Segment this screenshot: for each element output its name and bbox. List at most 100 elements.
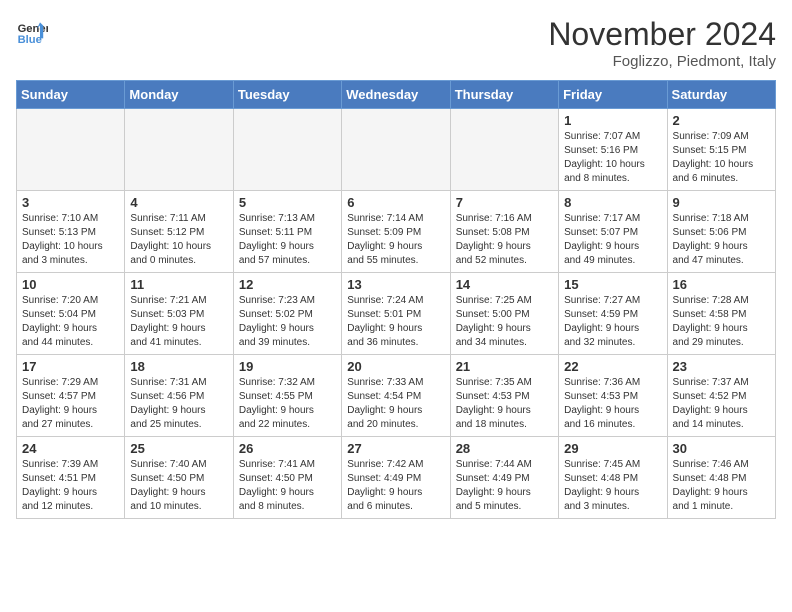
- cell-text: Sunrise: 7:10 AM: [22, 212, 119, 226]
- day-number: 9: [673, 195, 770, 210]
- cell-text: and 20 minutes.: [347, 418, 444, 432]
- cell-text: Daylight: 9 hours: [130, 322, 227, 336]
- cell-text: Sunset: 5:13 PM: [22, 226, 119, 240]
- day-number: 16: [673, 277, 770, 292]
- cell-text: Sunset: 5:08 PM: [456, 226, 553, 240]
- cell-text: Sunset: 4:48 PM: [564, 472, 661, 486]
- cell-text: Sunrise: 7:23 AM: [239, 294, 336, 308]
- logo: General Blue: [16, 16, 48, 48]
- cell-text: Sunset: 4:52 PM: [673, 390, 770, 404]
- calendar-cell: 9Sunrise: 7:18 AMSunset: 5:06 PMDaylight…: [667, 191, 775, 273]
- cell-text: Daylight: 9 hours: [564, 486, 661, 500]
- day-number: 11: [130, 277, 227, 292]
- cell-text: Daylight: 9 hours: [239, 404, 336, 418]
- cell-text: Sunrise: 7:39 AM: [22, 458, 119, 472]
- cell-text: Sunset: 4:53 PM: [564, 390, 661, 404]
- cell-text: and 22 minutes.: [239, 418, 336, 432]
- cell-text: Sunrise: 7:44 AM: [456, 458, 553, 472]
- cell-text: Daylight: 9 hours: [239, 322, 336, 336]
- cell-text: Sunrise: 7:13 AM: [239, 212, 336, 226]
- cell-text: Daylight: 9 hours: [22, 322, 119, 336]
- week-row-4: 24Sunrise: 7:39 AMSunset: 4:51 PMDayligh…: [17, 437, 776, 519]
- cell-text: Daylight: 10 hours: [564, 158, 661, 172]
- calendar-cell: 15Sunrise: 7:27 AMSunset: 4:59 PMDayligh…: [559, 273, 667, 355]
- day-number: 15: [564, 277, 661, 292]
- calendar-cell: 17Sunrise: 7:29 AMSunset: 4:57 PMDayligh…: [17, 355, 125, 437]
- cell-text: Sunrise: 7:33 AM: [347, 376, 444, 390]
- day-number: 18: [130, 359, 227, 374]
- cell-text: and 5 minutes.: [456, 500, 553, 514]
- cell-text: and 29 minutes.: [673, 336, 770, 350]
- calendar-cell: 2Sunrise: 7:09 AMSunset: 5:15 PMDaylight…: [667, 109, 775, 191]
- calendar-cell: [125, 109, 233, 191]
- day-number: 3: [22, 195, 119, 210]
- calendar-cell: 8Sunrise: 7:17 AMSunset: 5:07 PMDaylight…: [559, 191, 667, 273]
- cell-text: Sunrise: 7:45 AM: [564, 458, 661, 472]
- cell-text: Daylight: 9 hours: [347, 404, 444, 418]
- weekday-header-saturday: Saturday: [667, 81, 775, 109]
- cell-text: Sunset: 5:04 PM: [22, 308, 119, 322]
- cell-text: Sunset: 5:07 PM: [564, 226, 661, 240]
- cell-text: Sunset: 5:11 PM: [239, 226, 336, 240]
- cell-text: and 0 minutes.: [130, 254, 227, 268]
- cell-text: Sunrise: 7:31 AM: [130, 376, 227, 390]
- cell-text: and 25 minutes.: [130, 418, 227, 432]
- cell-text: and 1 minute.: [673, 500, 770, 514]
- day-number: 19: [239, 359, 336, 374]
- day-number: 22: [564, 359, 661, 374]
- day-number: 28: [456, 441, 553, 456]
- cell-text: Sunset: 4:59 PM: [564, 308, 661, 322]
- month-title: November 2024: [548, 16, 776, 53]
- weekday-header-monday: Monday: [125, 81, 233, 109]
- header: General Blue November 2024 Foglizzo, Pie…: [16, 16, 776, 70]
- cell-text: and 44 minutes.: [22, 336, 119, 350]
- cell-text: Sunset: 5:09 PM: [347, 226, 444, 240]
- cell-text: Daylight: 9 hours: [456, 240, 553, 254]
- cell-text: Sunset: 4:54 PM: [347, 390, 444, 404]
- cell-text: Sunset: 4:55 PM: [239, 390, 336, 404]
- cell-text: and 14 minutes.: [673, 418, 770, 432]
- cell-text: Sunset: 5:00 PM: [456, 308, 553, 322]
- cell-text: Sunrise: 7:09 AM: [673, 130, 770, 144]
- cell-text: Daylight: 9 hours: [673, 486, 770, 500]
- cell-text: Daylight: 9 hours: [347, 322, 444, 336]
- cell-text: Daylight: 9 hours: [239, 486, 336, 500]
- day-number: 4: [130, 195, 227, 210]
- cell-text: Sunrise: 7:20 AM: [22, 294, 119, 308]
- cell-text: Sunset: 5:03 PM: [130, 308, 227, 322]
- cell-text: and 57 minutes.: [239, 254, 336, 268]
- cell-text: and 3 minutes.: [22, 254, 119, 268]
- cell-text: and 49 minutes.: [564, 254, 661, 268]
- weekday-header-thursday: Thursday: [450, 81, 558, 109]
- week-row-2: 10Sunrise: 7:20 AMSunset: 5:04 PMDayligh…: [17, 273, 776, 355]
- cell-text: Sunrise: 7:16 AM: [456, 212, 553, 226]
- cell-text: and 36 minutes.: [347, 336, 444, 350]
- cell-text: Sunrise: 7:14 AM: [347, 212, 444, 226]
- weekday-header-wednesday: Wednesday: [342, 81, 450, 109]
- day-number: 1: [564, 113, 661, 128]
- day-number: 12: [239, 277, 336, 292]
- day-number: 17: [22, 359, 119, 374]
- calendar-cell: [233, 109, 341, 191]
- calendar-cell: 6Sunrise: 7:14 AMSunset: 5:09 PMDaylight…: [342, 191, 450, 273]
- cell-text: and 34 minutes.: [456, 336, 553, 350]
- cell-text: and 55 minutes.: [347, 254, 444, 268]
- calendar-cell: 16Sunrise: 7:28 AMSunset: 4:58 PMDayligh…: [667, 273, 775, 355]
- calendar-cell: 12Sunrise: 7:23 AMSunset: 5:02 PMDayligh…: [233, 273, 341, 355]
- calendar-cell: 21Sunrise: 7:35 AMSunset: 4:53 PMDayligh…: [450, 355, 558, 437]
- cell-text: and 8 minutes.: [239, 500, 336, 514]
- cell-text: Daylight: 9 hours: [130, 404, 227, 418]
- svg-text:General: General: [18, 23, 48, 35]
- cell-text: Daylight: 10 hours: [22, 240, 119, 254]
- cell-text: Sunset: 5:01 PM: [347, 308, 444, 322]
- cell-text: Sunrise: 7:41 AM: [239, 458, 336, 472]
- cell-text: Daylight: 9 hours: [130, 486, 227, 500]
- calendar-cell: 23Sunrise: 7:37 AMSunset: 4:52 PMDayligh…: [667, 355, 775, 437]
- calendar-cell: 19Sunrise: 7:32 AMSunset: 4:55 PMDayligh…: [233, 355, 341, 437]
- day-number: 13: [347, 277, 444, 292]
- day-number: 27: [347, 441, 444, 456]
- day-number: 10: [22, 277, 119, 292]
- cell-text: Sunrise: 7:18 AM: [673, 212, 770, 226]
- calendar-cell: 20Sunrise: 7:33 AMSunset: 4:54 PMDayligh…: [342, 355, 450, 437]
- location: Foglizzo, Piedmont, Italy: [548, 53, 776, 70]
